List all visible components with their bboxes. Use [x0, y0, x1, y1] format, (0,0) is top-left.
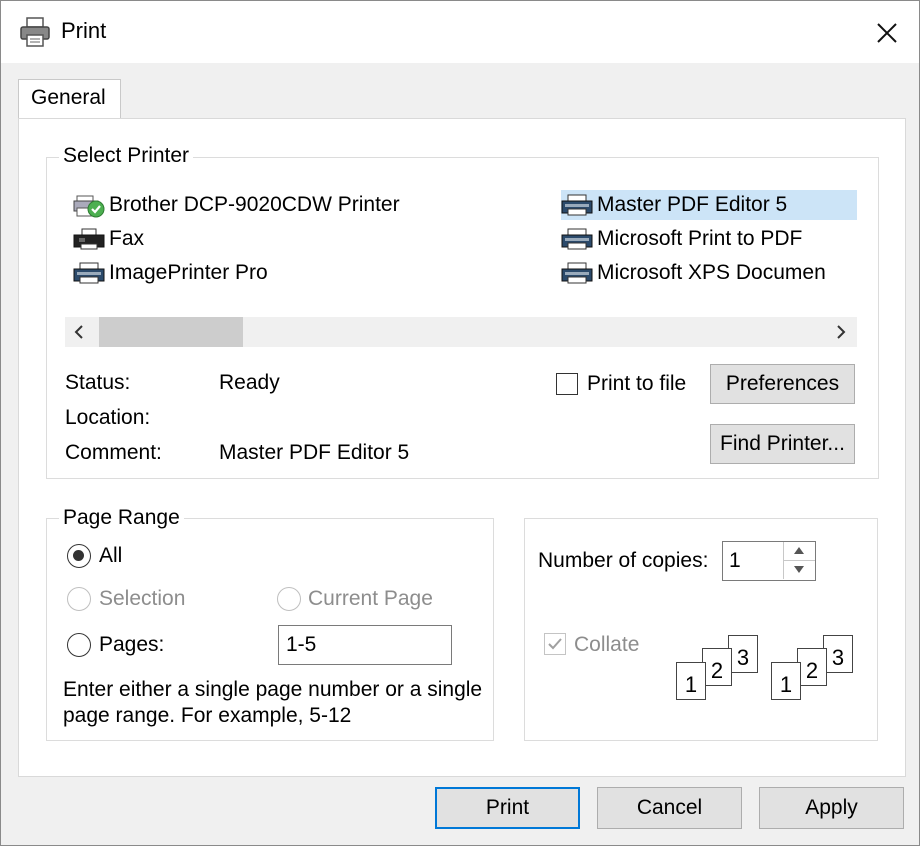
select-printer-group-label: Select Printer: [59, 144, 194, 168]
print-dialog: Print General Select Printer Brother DCP…: [0, 0, 920, 846]
location-label: Location:: [65, 406, 151, 429]
pages-radio[interactable]: [67, 633, 91, 657]
pages-input[interactable]: 1-5: [278, 625, 452, 665]
printer-item-ms-print-to-pdf[interactable]: Microsoft Print to PDF: [561, 224, 802, 254]
current-page-radio-label: Current Page: [308, 587, 433, 610]
printer-item-brother[interactable]: Brother DCP-9020CDW Printer: [73, 190, 400, 220]
selection-radio-label: Selection: [99, 587, 186, 610]
chevron-right-icon[interactable]: [833, 324, 849, 340]
tab-general-label: General: [31, 86, 106, 109]
check-icon: [548, 638, 562, 650]
status-value: Ready: [219, 371, 280, 394]
default-printer-icon: [73, 195, 105, 218]
selection-radio: [67, 587, 91, 611]
collate-page: 3: [728, 635, 758, 673]
preferences-button[interactable]: Preferences: [710, 364, 855, 404]
number-of-copies-value: 1: [729, 549, 741, 572]
printer-list-scrollbar[interactable]: [65, 317, 857, 347]
collate-label: Collate: [574, 633, 640, 656]
collate-page: 1: [676, 662, 706, 700]
current-page-radio: [277, 587, 301, 611]
collate-page: 2: [797, 648, 827, 686]
printer-item-imageprinter[interactable]: ImagePrinter Pro: [73, 258, 268, 288]
printer-item-ms-xps[interactable]: Microsoft XPS Documen: [561, 258, 857, 288]
title-bar: Print: [1, 1, 919, 63]
printer-item-master-pdf[interactable]: Master PDF Editor 5: [561, 190, 857, 220]
page-range-help-line2: page range. For example, 5-12: [63, 704, 352, 727]
printer-icon: [20, 17, 50, 47]
all-radio-label: All: [99, 544, 123, 567]
print-button[interactable]: Print: [435, 787, 580, 829]
printer-name: Microsoft Print to PDF: [597, 227, 803, 250]
spinner-up-button[interactable]: [783, 542, 815, 561]
find-printer-button[interactable]: Find Printer...: [710, 424, 855, 464]
printer-icon: [561, 262, 593, 284]
chevron-up-icon: [794, 547, 804, 554]
scrollbar-thumb[interactable]: [99, 317, 243, 347]
printer-icon: [561, 194, 593, 216]
printer-item-fax[interactable]: Fax: [73, 224, 144, 254]
comment-value: Master PDF Editor 5: [219, 441, 410, 464]
close-icon[interactable]: [869, 15, 905, 51]
printer-name: Master PDF Editor 5: [597, 193, 788, 216]
collate-page: 2: [702, 648, 732, 686]
chevron-left-icon[interactable]: [71, 324, 87, 340]
number-of-copies-spinner[interactable]: 1: [722, 541, 816, 581]
printer-icon: [561, 228, 593, 250]
preferences-button-label: Preferences: [725, 372, 840, 395]
collate-checkbox: [544, 633, 566, 655]
print-to-file-checkbox[interactable]: [556, 373, 578, 395]
print-to-file-label: Print to file: [587, 372, 687, 395]
collate-page: 3: [823, 635, 853, 673]
apply-button[interactable]: Apply: [759, 787, 904, 829]
chevron-down-icon: [794, 566, 804, 573]
all-radio[interactable]: [67, 544, 91, 568]
pages-radio-label: Pages:: [99, 633, 165, 656]
tab-general[interactable]: General: [18, 79, 121, 120]
find-printer-button-label: Find Printer...: [720, 432, 845, 455]
apply-button-label: Apply: [805, 796, 858, 819]
printer-icon: [73, 262, 105, 284]
cancel-button[interactable]: Cancel: [597, 787, 742, 829]
status-label: Status:: [65, 371, 131, 394]
number-of-copies-label: Number of copies:: [538, 549, 709, 572]
comment-label: Comment:: [65, 441, 162, 464]
printer-name: ImagePrinter Pro: [109, 261, 268, 284]
spinner-down-button[interactable]: [783, 560, 815, 579]
pages-input-value: 1-5: [286, 633, 317, 656]
page-range-help-line1: Enter either a single page number or a s…: [63, 678, 483, 701]
window-title: Print: [61, 18, 107, 43]
printer-name: Microsoft XPS Documen: [597, 261, 826, 284]
printer-name: Fax: [109, 227, 145, 250]
page-range-group-label: Page Range: [59, 506, 184, 530]
printer-name: Brother DCP-9020CDW Printer: [109, 193, 400, 216]
print-button-label: Print: [485, 796, 530, 819]
collate-page: 1: [771, 662, 801, 700]
fax-icon: [73, 228, 105, 250]
cancel-button-label: Cancel: [636, 796, 703, 819]
